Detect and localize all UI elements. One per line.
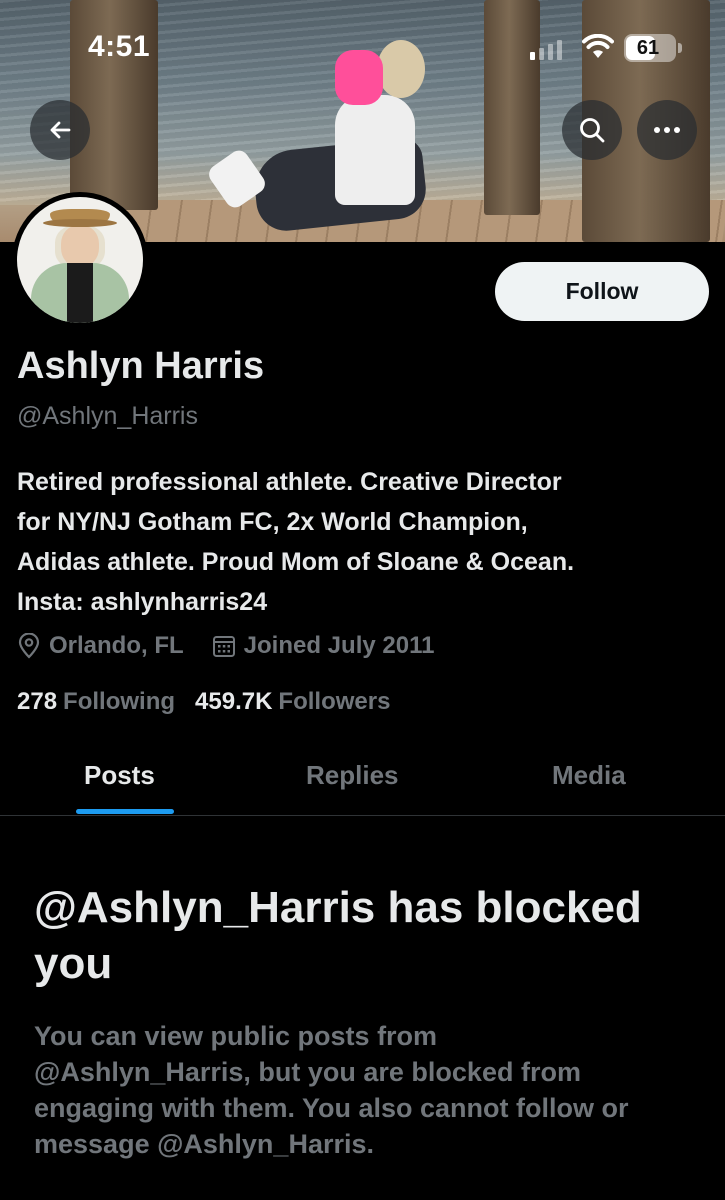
profile-name: Ashlyn Harris <box>17 345 265 387</box>
battery-icon: 61 <box>624 34 676 62</box>
followers-count: 459.7K <box>195 688 273 715</box>
back-button[interactable] <box>30 100 90 160</box>
tab-media[interactable]: Media <box>552 760 626 791</box>
arrow-left-icon <box>50 121 71 139</box>
status-bar: 4:51 61 <box>0 0 725 100</box>
profile-bio: Retired professional athlete. Creative D… <box>17 462 707 622</box>
profile-avatar[interactable] <box>12 192 148 328</box>
battery-tip <box>678 43 682 53</box>
cellular-signal-icon <box>530 40 562 60</box>
profile-handle: @Ashlyn_Harris <box>17 402 198 430</box>
joined-text: Joined July 2011 <box>243 632 435 659</box>
blocked-message-line: You can view public posts from <box>34 1021 438 1051</box>
tab-posts[interactable]: Posts <box>84 760 155 791</box>
more-horizontal-icon <box>654 127 680 133</box>
more-options-button[interactable] <box>637 100 697 160</box>
blocked-message-line: @Ashlyn_Harris, but you are blocked from <box>34 1057 581 1087</box>
profile-meta: Orlando, FL Joined July 2011 <box>17 632 462 660</box>
location-pin-icon <box>18 633 40 659</box>
search-button[interactable] <box>562 100 622 160</box>
following-label: Following <box>63 688 176 715</box>
avatar-image <box>17 197 143 323</box>
calendar-icon <box>212 636 235 657</box>
battery-percent: 61 <box>636 37 660 59</box>
location-text: Orlando, FL <box>49 632 184 659</box>
following-count: 278 <box>17 688 58 715</box>
followers-link[interactable]: 459.7K Followers <box>195 688 390 716</box>
follow-counts: 278 Following 459.7K Followers <box>17 688 410 716</box>
search-icon <box>580 118 605 143</box>
bio-line: Retired professional athlete. Creative D… <box>17 468 562 496</box>
blocked-message-line: message @Ashlyn_Harris. <box>34 1129 374 1159</box>
status-time: 4:51 <box>88 30 151 63</box>
profile-tabs: Posts Replies Media <box>0 740 725 816</box>
profile-joined: Joined July 2011 <box>212 632 435 660</box>
bio-line: for NY/NJ Gotham FC, 2x World Champion, <box>17 508 528 536</box>
bio-line: Adidas athlete. Proud Mom of Sloane & Oc… <box>17 548 575 576</box>
profile-location: Orlando, FL <box>17 632 184 660</box>
blocked-message-line: engaging with them. You also cannot foll… <box>34 1093 629 1123</box>
follow-button[interactable]: Follow <box>495 262 709 321</box>
followers-label: Followers <box>278 688 391 715</box>
bio-line: Insta: ashlynharris24 <box>17 588 268 616</box>
following-link[interactable]: 278 Following <box>17 688 175 716</box>
active-tab-indicator <box>76 809 174 814</box>
wifi-icon <box>582 34 614 58</box>
blocked-message: You can view public posts from @Ashlyn_H… <box>34 1018 704 1162</box>
tab-replies[interactable]: Replies <box>306 760 399 791</box>
blocked-title: @Ashlyn_Harris has blocked you <box>34 883 642 988</box>
